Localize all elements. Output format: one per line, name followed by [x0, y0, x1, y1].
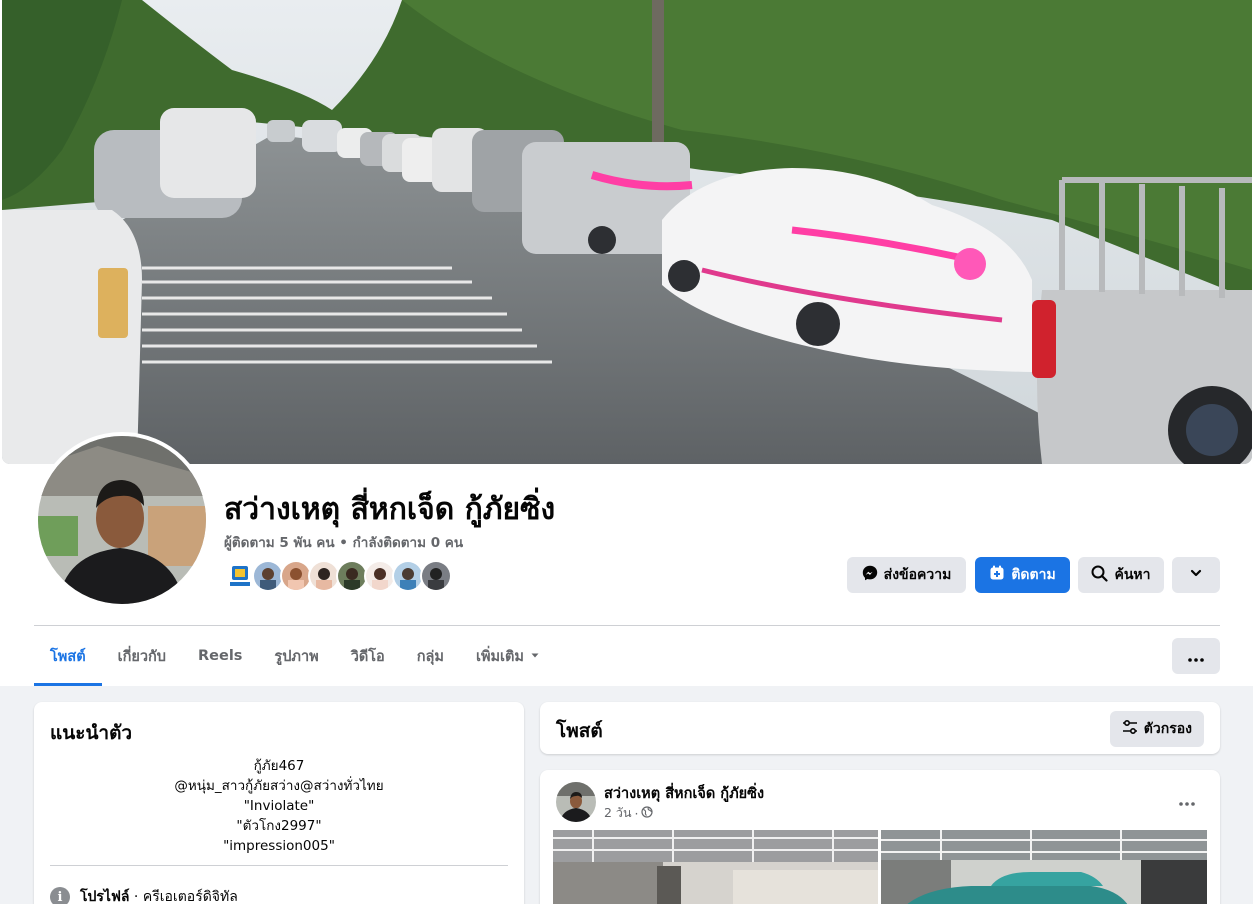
posts-header-card: โพสต์ ตัวกรอง — [540, 702, 1220, 754]
post-card: สว่างเหตุ สี่หกเจ็ด กู้ภัยซิ่ง 2 วัน · — [540, 770, 1220, 904]
tab-label: โพสต์ — [50, 648, 86, 665]
follow-button-label: ติดตาม — [1011, 567, 1056, 583]
intro-card: แนะนำตัว กู้ภัย467 @หนุ่ม_สาวกู้ภัยสว่าง… — [34, 702, 524, 904]
search-button-label: ค้นหา — [1114, 567, 1151, 583]
bio-line: "Inviolate" — [243, 798, 315, 814]
post-author-avatar[interactable] — [556, 782, 596, 822]
messenger-icon — [862, 565, 878, 585]
message-button[interactable]: ส่งข้อความ — [847, 557, 966, 593]
ellipsis-icon — [1188, 647, 1204, 666]
profile-type-value: ครีเอเตอร์ดิจิทัล — [142, 889, 238, 904]
profile-picture-frame[interactable] — [34, 432, 210, 608]
cover-photo[interactable] — [2, 0, 1252, 464]
follow-plus-icon — [989, 565, 1005, 585]
bio-line: "impression005" — [223, 838, 335, 854]
follow-button[interactable]: ติดตาม — [975, 557, 1070, 593]
tab-label: รูปภาพ — [274, 648, 319, 665]
caret-down-icon — [530, 648, 540, 664]
search-button[interactable]: ค้นหา — [1078, 557, 1164, 593]
profile-header: สว่างเหตุ สี่หกเจ็ด กู้ภัยซิ่ง ผู้ติดตาม… — [0, 0, 1253, 686]
post-options-button[interactable] — [1172, 790, 1202, 810]
follower-avatars[interactable] — [224, 560, 452, 594]
ellipsis-icon — [1179, 791, 1195, 810]
post-photo[interactable] — [553, 830, 878, 904]
follower-avatar[interactable] — [420, 560, 452, 592]
tab-photos[interactable]: รูปภาพ — [258, 626, 334, 686]
profile-name: สว่างเหตุ สี่หกเจ็ด กู้ภัยซิ่ง — [224, 492, 556, 527]
message-button-label: ส่งข้อความ — [883, 567, 952, 583]
bio-line: "ตัวโกง2997" — [236, 818, 322, 834]
post-photo[interactable] — [881, 830, 1207, 904]
profile-avatar[interactable] — [38, 436, 206, 604]
tab-label: วิดีโอ — [350, 648, 385, 665]
post-author-name[interactable]: สว่างเหตุ สี่หกเจ็ด กู้ภัยซิ่ง — [604, 782, 764, 805]
intro-profile-type: i โปรไฟล์ · ครีเอเตอร์ดิจิทัล — [50, 886, 238, 904]
tab-more[interactable]: เพิ่มเติม — [460, 626, 556, 686]
tab-about[interactable]: เกี่ยวกับ — [102, 626, 182, 686]
tab-reels[interactable]: Reels — [182, 626, 258, 686]
more-options-button[interactable] — [1172, 557, 1220, 593]
intro-bio: กู้ภัย467 @หนุ่ม_สาวกู้ภัยสว่าง@สว่างทั่… — [50, 756, 508, 856]
bio-line: กู้ภัย467 — [253, 758, 305, 774]
tab-videos[interactable]: วิดีโอ — [335, 626, 401, 686]
post-meta: 2 วัน · — [604, 803, 654, 823]
intro-divider — [50, 865, 508, 866]
filter-button[interactable]: ตัวกรอง — [1109, 711, 1204, 747]
tab-label: Reels — [197, 648, 243, 664]
filter-sliders-icon — [1122, 719, 1138, 738]
post-time[interactable]: 2 วัน — [604, 803, 632, 823]
bio-line: @หนุ่ม_สาวกู้ภัยสว่าง@สว่างทั่วไทย — [174, 778, 384, 794]
intro-title: แนะนำตัว — [50, 722, 133, 744]
tab-label: เกี่ยวกับ — [117, 648, 166, 665]
follow-stats[interactable]: ผู้ติดตาม 5 พัน คน • กำลังติดตาม 0 คน — [224, 531, 463, 553]
globe-icon — [641, 805, 654, 821]
chevron-down-icon — [1189, 566, 1203, 584]
post-meta-separator: · — [634, 805, 639, 821]
tab-posts[interactable]: โพสต์ — [34, 626, 102, 686]
profile-type-separator: · — [133, 889, 143, 904]
tab-label: เพิ่มเติม — [475, 648, 524, 665]
profile-type-label: โปรไฟล์ — [80, 889, 130, 904]
filter-button-label: ตัวกรอง — [1143, 721, 1192, 737]
tab-groups[interactable]: กลุ่ม — [401, 626, 460, 686]
profile-tabs: โพสต์ เกี่ยวกับ Reels รูปภาพ วิดีโอ กลุ่… — [34, 626, 556, 686]
posts-title: โพสต์ — [556, 720, 603, 742]
search-icon — [1091, 565, 1109, 586]
info-icon: i — [50, 887, 70, 904]
tab-label: กลุ่ม — [416, 648, 444, 665]
tabs-overflow-button[interactable] — [1172, 638, 1220, 674]
